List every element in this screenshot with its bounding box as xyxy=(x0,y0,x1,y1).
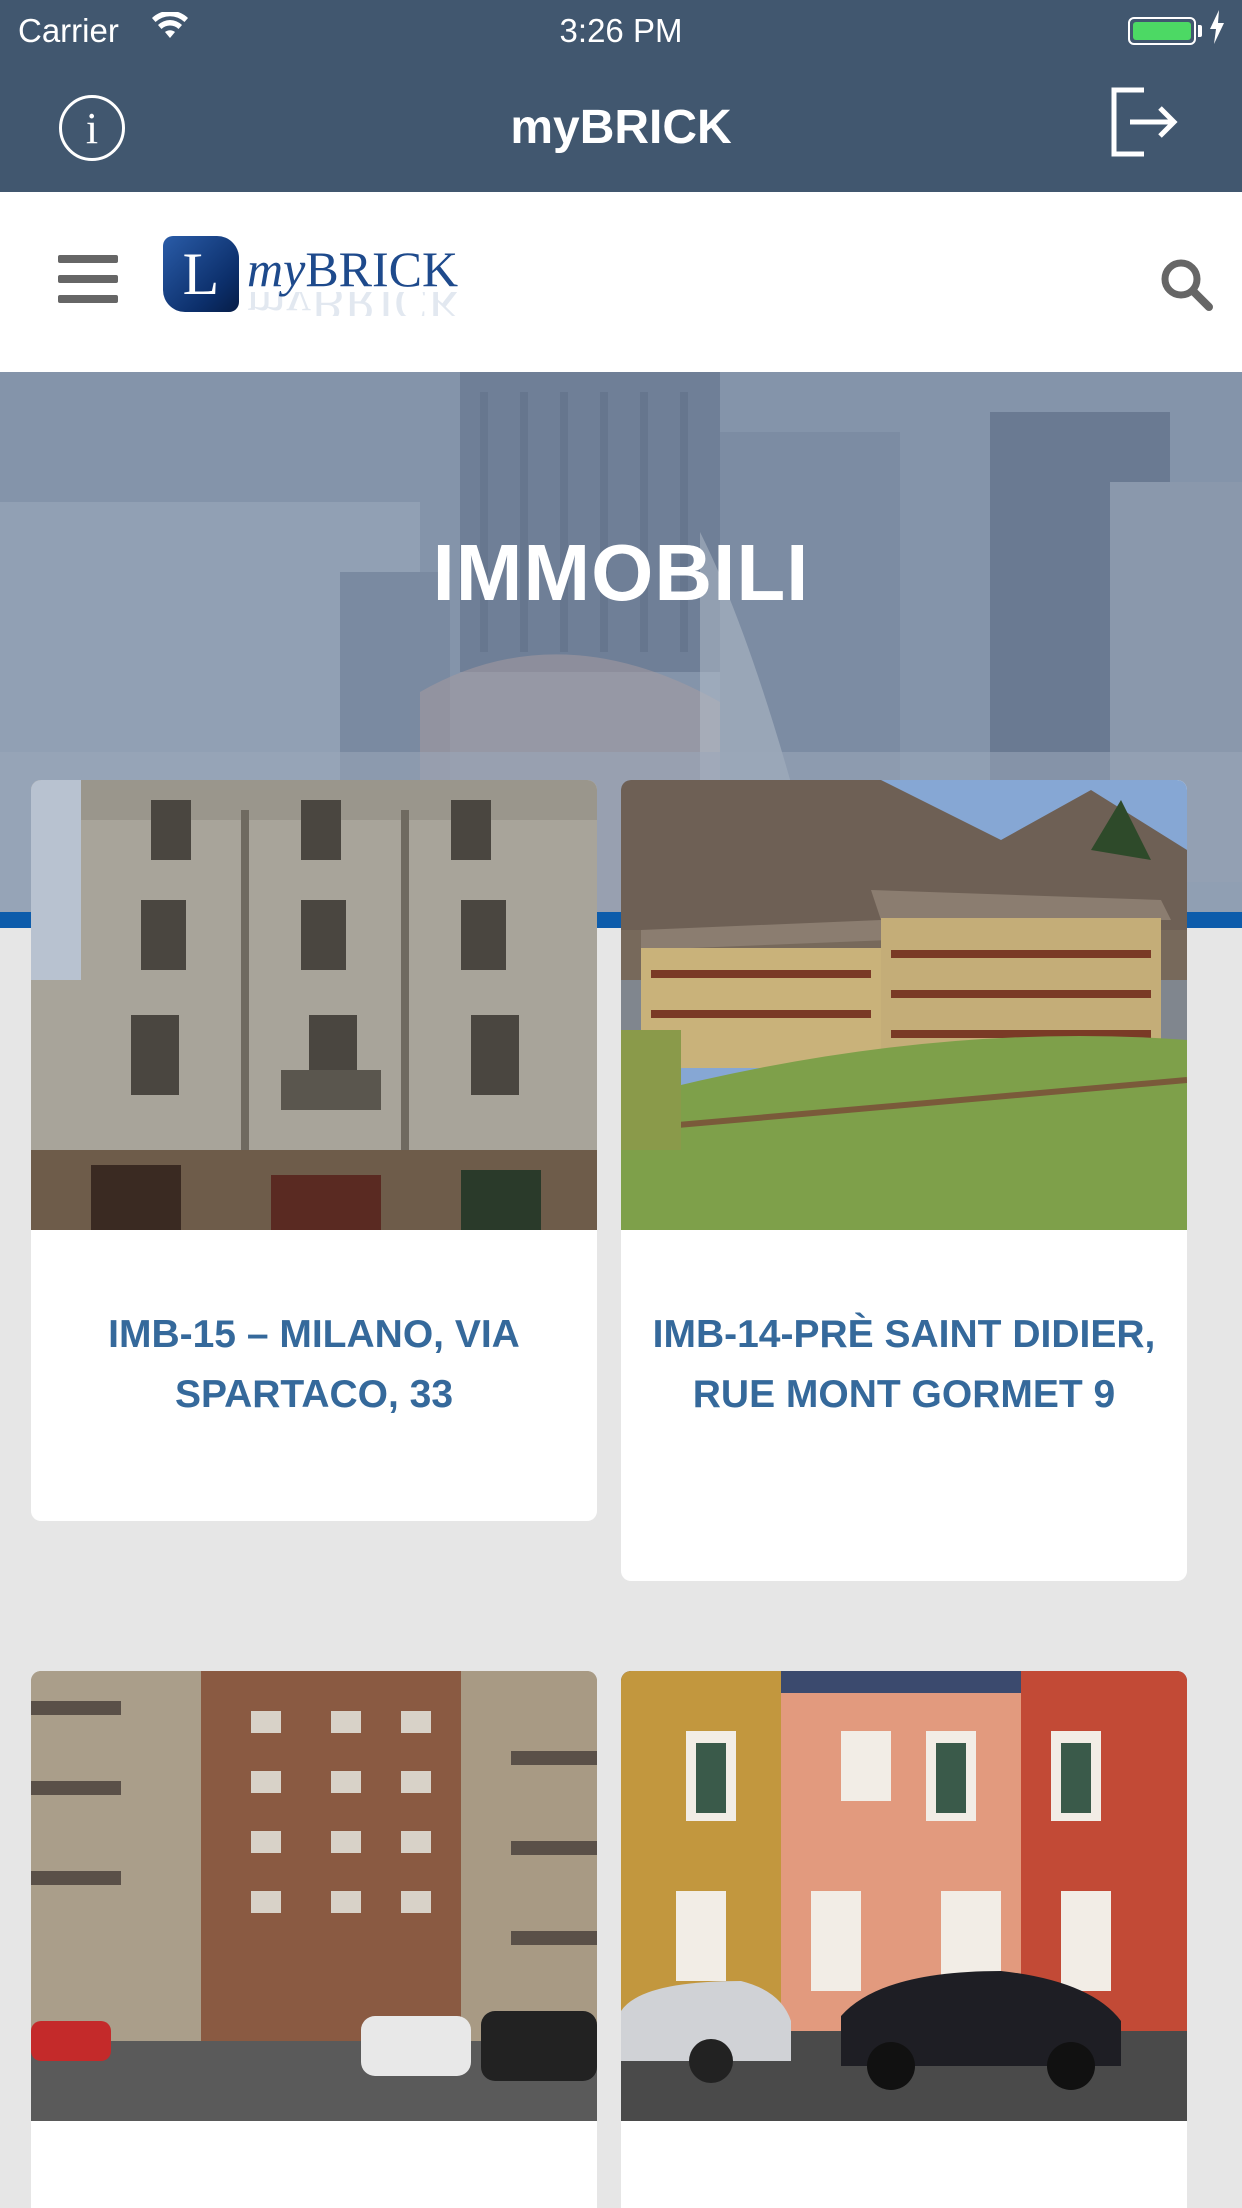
property-card[interactable] xyxy=(31,1671,597,2208)
property-photo xyxy=(31,1671,597,2121)
status-bar: Carrier 3:26 PM xyxy=(0,0,1242,62)
brand-logo[interactable]: L myBRICK myBRICK xyxy=(163,236,464,318)
battery-tip xyxy=(1198,25,1202,37)
nav-title: myBRICK xyxy=(510,101,732,154)
property-card[interactable]: IMB-14-PRÈ SAINT DIDIER, RUE MONT GORMET… xyxy=(621,780,1187,1581)
property-card[interactable] xyxy=(621,1671,1187,2208)
property-photo xyxy=(621,1671,1187,2121)
logo-mark: L xyxy=(163,236,239,312)
search-icon[interactable] xyxy=(1158,256,1214,312)
property-title: IMB-15 – MILANO, VIA SPARTACO, 33 xyxy=(108,1313,520,1416)
app-header: L myBRICK myBRICK xyxy=(0,192,1242,372)
hamburger-menu-icon[interactable] xyxy=(58,255,118,305)
logo-reflection: myBRICK xyxy=(247,292,464,316)
logo-text: myBRICK xyxy=(247,241,459,297)
property-card[interactable]: IMB-15 – MILANO, VIA SPARTACO, 33 xyxy=(31,780,597,1521)
navigation-bar: i myBRICK xyxy=(0,62,1242,192)
property-title: IMB-14-PRÈ SAINT DIDIER, RUE MONT GORMET… xyxy=(652,1313,1156,1416)
charging-icon xyxy=(1210,10,1224,44)
property-photo xyxy=(31,780,597,1230)
battery-icon xyxy=(1128,17,1196,45)
status-time: 3:26 PM xyxy=(559,12,683,49)
logout-icon[interactable] xyxy=(1108,84,1184,160)
page-title: IMMOBILI xyxy=(432,528,810,617)
top-bar: Carrier 3:26 PM i myBRICK xyxy=(0,0,1242,192)
property-photo xyxy=(621,780,1187,1230)
